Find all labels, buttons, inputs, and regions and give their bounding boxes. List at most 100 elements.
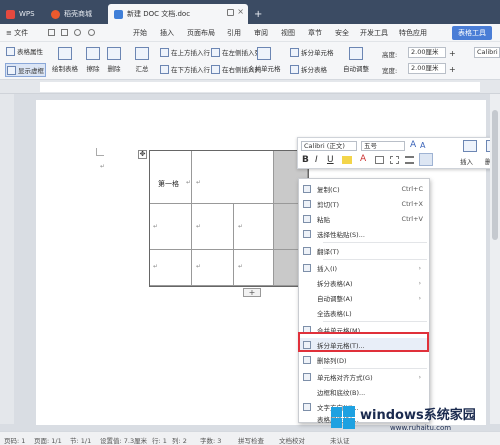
document-table[interactable]: 第一格 ↵ ↵ ↵ ↵ ↵ ↵ ↵ ↵: [149, 150, 309, 287]
insert-table-icon[interactable]: [463, 140, 477, 152]
save-icon[interactable]: [48, 29, 55, 36]
undo-icon[interactable]: [74, 29, 82, 36]
menu-devtools[interactable]: 开发工具: [360, 28, 388, 38]
close-tab-icon[interactable]: ×: [237, 7, 244, 16]
draw-table-button[interactable]: 绘制表格: [52, 47, 78, 73]
highlight-box: [298, 332, 429, 352]
split-cells-button[interactable]: 拆分单元格: [290, 47, 334, 57]
underline-button[interactable]: U: [327, 155, 334, 165]
menu-paste[interactable]: 粘贴 Ctrl+V: [299, 212, 429, 226]
scrollbar-thumb[interactable]: [492, 110, 498, 240]
gridlines-icon: [7, 65, 16, 75]
proofread-toggle[interactable]: 文档校对: [279, 435, 305, 445]
return-mark: ↵: [196, 179, 202, 186]
menu-security[interactable]: 安全: [335, 28, 349, 38]
table-properties-button[interactable]: 表格属性: [6, 46, 43, 56]
width-plus-icon[interactable]: +: [449, 65, 456, 74]
font-name-field[interactable]: Calibri: [474, 47, 500, 58]
erase-button[interactable]: 擦除: [86, 47, 100, 73]
font-color-icon[interactable]: A: [360, 154, 366, 164]
blank-icon: [303, 388, 311, 396]
shrink-font-icon[interactable]: A: [420, 141, 425, 150]
insert-row-above-button[interactable]: 在上方插入行: [160, 47, 210, 57]
menu-auto-fit[interactable]: 自动调整(A) ›: [299, 291, 429, 305]
status-page-num: 页码: 1: [4, 437, 26, 445]
file-menu[interactable]: ≡ 文件: [6, 28, 28, 38]
menu-translate[interactable]: 翻译(T): [299, 244, 429, 258]
height-plus-icon[interactable]: +: [449, 49, 456, 58]
insert-above-icon: [160, 47, 169, 57]
insert-below-icon: [160, 64, 169, 74]
table-cell[interactable]: [192, 151, 274, 204]
menu-layout[interactable]: 页面布局: [187, 28, 215, 38]
summary-button[interactable]: 汇总: [135, 47, 149, 73]
menu-insert[interactable]: 插入(I) ›: [299, 261, 429, 275]
menu-insert[interactable]: 插入: [160, 28, 174, 38]
menu-item-label: 粘贴: [317, 216, 330, 224]
insert-left-icon: [211, 47, 220, 57]
status-position: 设置值: 7.3厘米: [100, 437, 148, 445]
border-icon[interactable]: [390, 156, 399, 164]
auto-fit-button[interactable]: 自动调整: [343, 47, 369, 73]
menu-paste-special[interactable]: 选择性粘贴(S)...: [299, 227, 429, 241]
italic-button[interactable]: I: [315, 155, 318, 165]
window-icon[interactable]: [227, 9, 234, 16]
button-label: 汇总: [135, 65, 149, 73]
mini-font-field[interactable]: Calibri (正文): [301, 141, 357, 151]
button-label: 表格属性: [17, 48, 43, 56]
mini-size-field[interactable]: 五号: [361, 141, 405, 151]
menu-item-label: 全选表格(L): [317, 310, 352, 318]
tab-table-tools[interactable]: 表格工具: [452, 26, 492, 40]
menu-references[interactable]: 引用: [227, 28, 241, 38]
menu-features[interactable]: 特色应用: [399, 28, 427, 38]
menu-item-label: 剪切(T): [317, 201, 340, 209]
print-icon[interactable]: [61, 29, 69, 36]
menu-borders[interactable]: 边框和底纹(B)...: [299, 385, 429, 399]
button-label: 删除: [107, 65, 121, 73]
mini-insert-button[interactable]: 插入: [460, 156, 473, 166]
menu-review[interactable]: 审阅: [254, 28, 268, 38]
return-mark: ↵: [186, 179, 192, 186]
paragraph-icon[interactable]: [419, 153, 433, 166]
height-label: 高度:: [382, 51, 398, 59]
menu-view[interactable]: 视图: [281, 28, 295, 38]
menu-delete-column[interactable]: 删除列(D): [299, 353, 429, 367]
menu-item-label: 插入(I): [317, 265, 337, 273]
redo-icon[interactable]: [87, 29, 95, 36]
menu-item-label: 翻译(T): [317, 248, 340, 256]
delete-button[interactable]: 删除: [107, 47, 121, 73]
quick-access-icons[interactable]: [48, 29, 108, 37]
insert-row-below-button[interactable]: 在下方插入行: [160, 64, 210, 74]
spell-check-toggle[interactable]: 拼写检查: [238, 435, 264, 445]
button-label: 自动调整: [343, 65, 369, 73]
menu-cell-align[interactable]: 单元格对齐方式(G) ›: [299, 370, 429, 384]
site-watermark: windows系统家园 www.ruhaitu.com: [330, 402, 500, 434]
grow-font-icon[interactable]: A: [410, 140, 416, 150]
menu-split-table[interactable]: 拆分表格(A) ›: [299, 276, 429, 290]
height-field[interactable]: 2.00厘米: [408, 47, 446, 58]
split-table-button[interactable]: 拆分表格: [290, 64, 327, 74]
merge-cells-button[interactable]: 合并单元格: [248, 47, 281, 73]
insert-right-icon: [211, 64, 220, 74]
table-move-handle-icon[interactable]: ✥: [138, 150, 147, 159]
tab-store[interactable]: 稻壳商城: [45, 4, 105, 24]
tab-wps[interactable]: WPS: [0, 4, 44, 24]
shading-icon[interactable]: [375, 156, 384, 164]
align-icon[interactable]: [405, 156, 414, 164]
highlight-icon[interactable]: [342, 156, 352, 164]
add-row-button[interactable]: +: [243, 288, 261, 297]
tab-document[interactable]: 新建 DOC 文档.doc ×: [108, 4, 248, 24]
menu-select-table[interactable]: 全选表格(L): [299, 306, 429, 320]
table-cell[interactable]: 第一格: [150, 151, 192, 204]
show-gridlines-button[interactable]: 显示虚框: [5, 63, 46, 77]
paste-icon: [303, 215, 311, 223]
new-tab-button[interactable]: +: [250, 4, 266, 24]
split-cells-icon: [290, 47, 299, 57]
menu-chapter[interactable]: 章节: [308, 28, 322, 38]
menu-copy[interactable]: 复制(C) Ctrl+C: [299, 182, 429, 196]
menu-start[interactable]: 开始: [133, 28, 147, 38]
menu-cut[interactable]: 剪切(T) Ctrl+X: [299, 197, 429, 211]
width-field[interactable]: 2.00厘米: [408, 63, 446, 74]
watermark-brand: windows系统家园: [360, 408, 476, 423]
bold-button[interactable]: B: [302, 155, 309, 165]
